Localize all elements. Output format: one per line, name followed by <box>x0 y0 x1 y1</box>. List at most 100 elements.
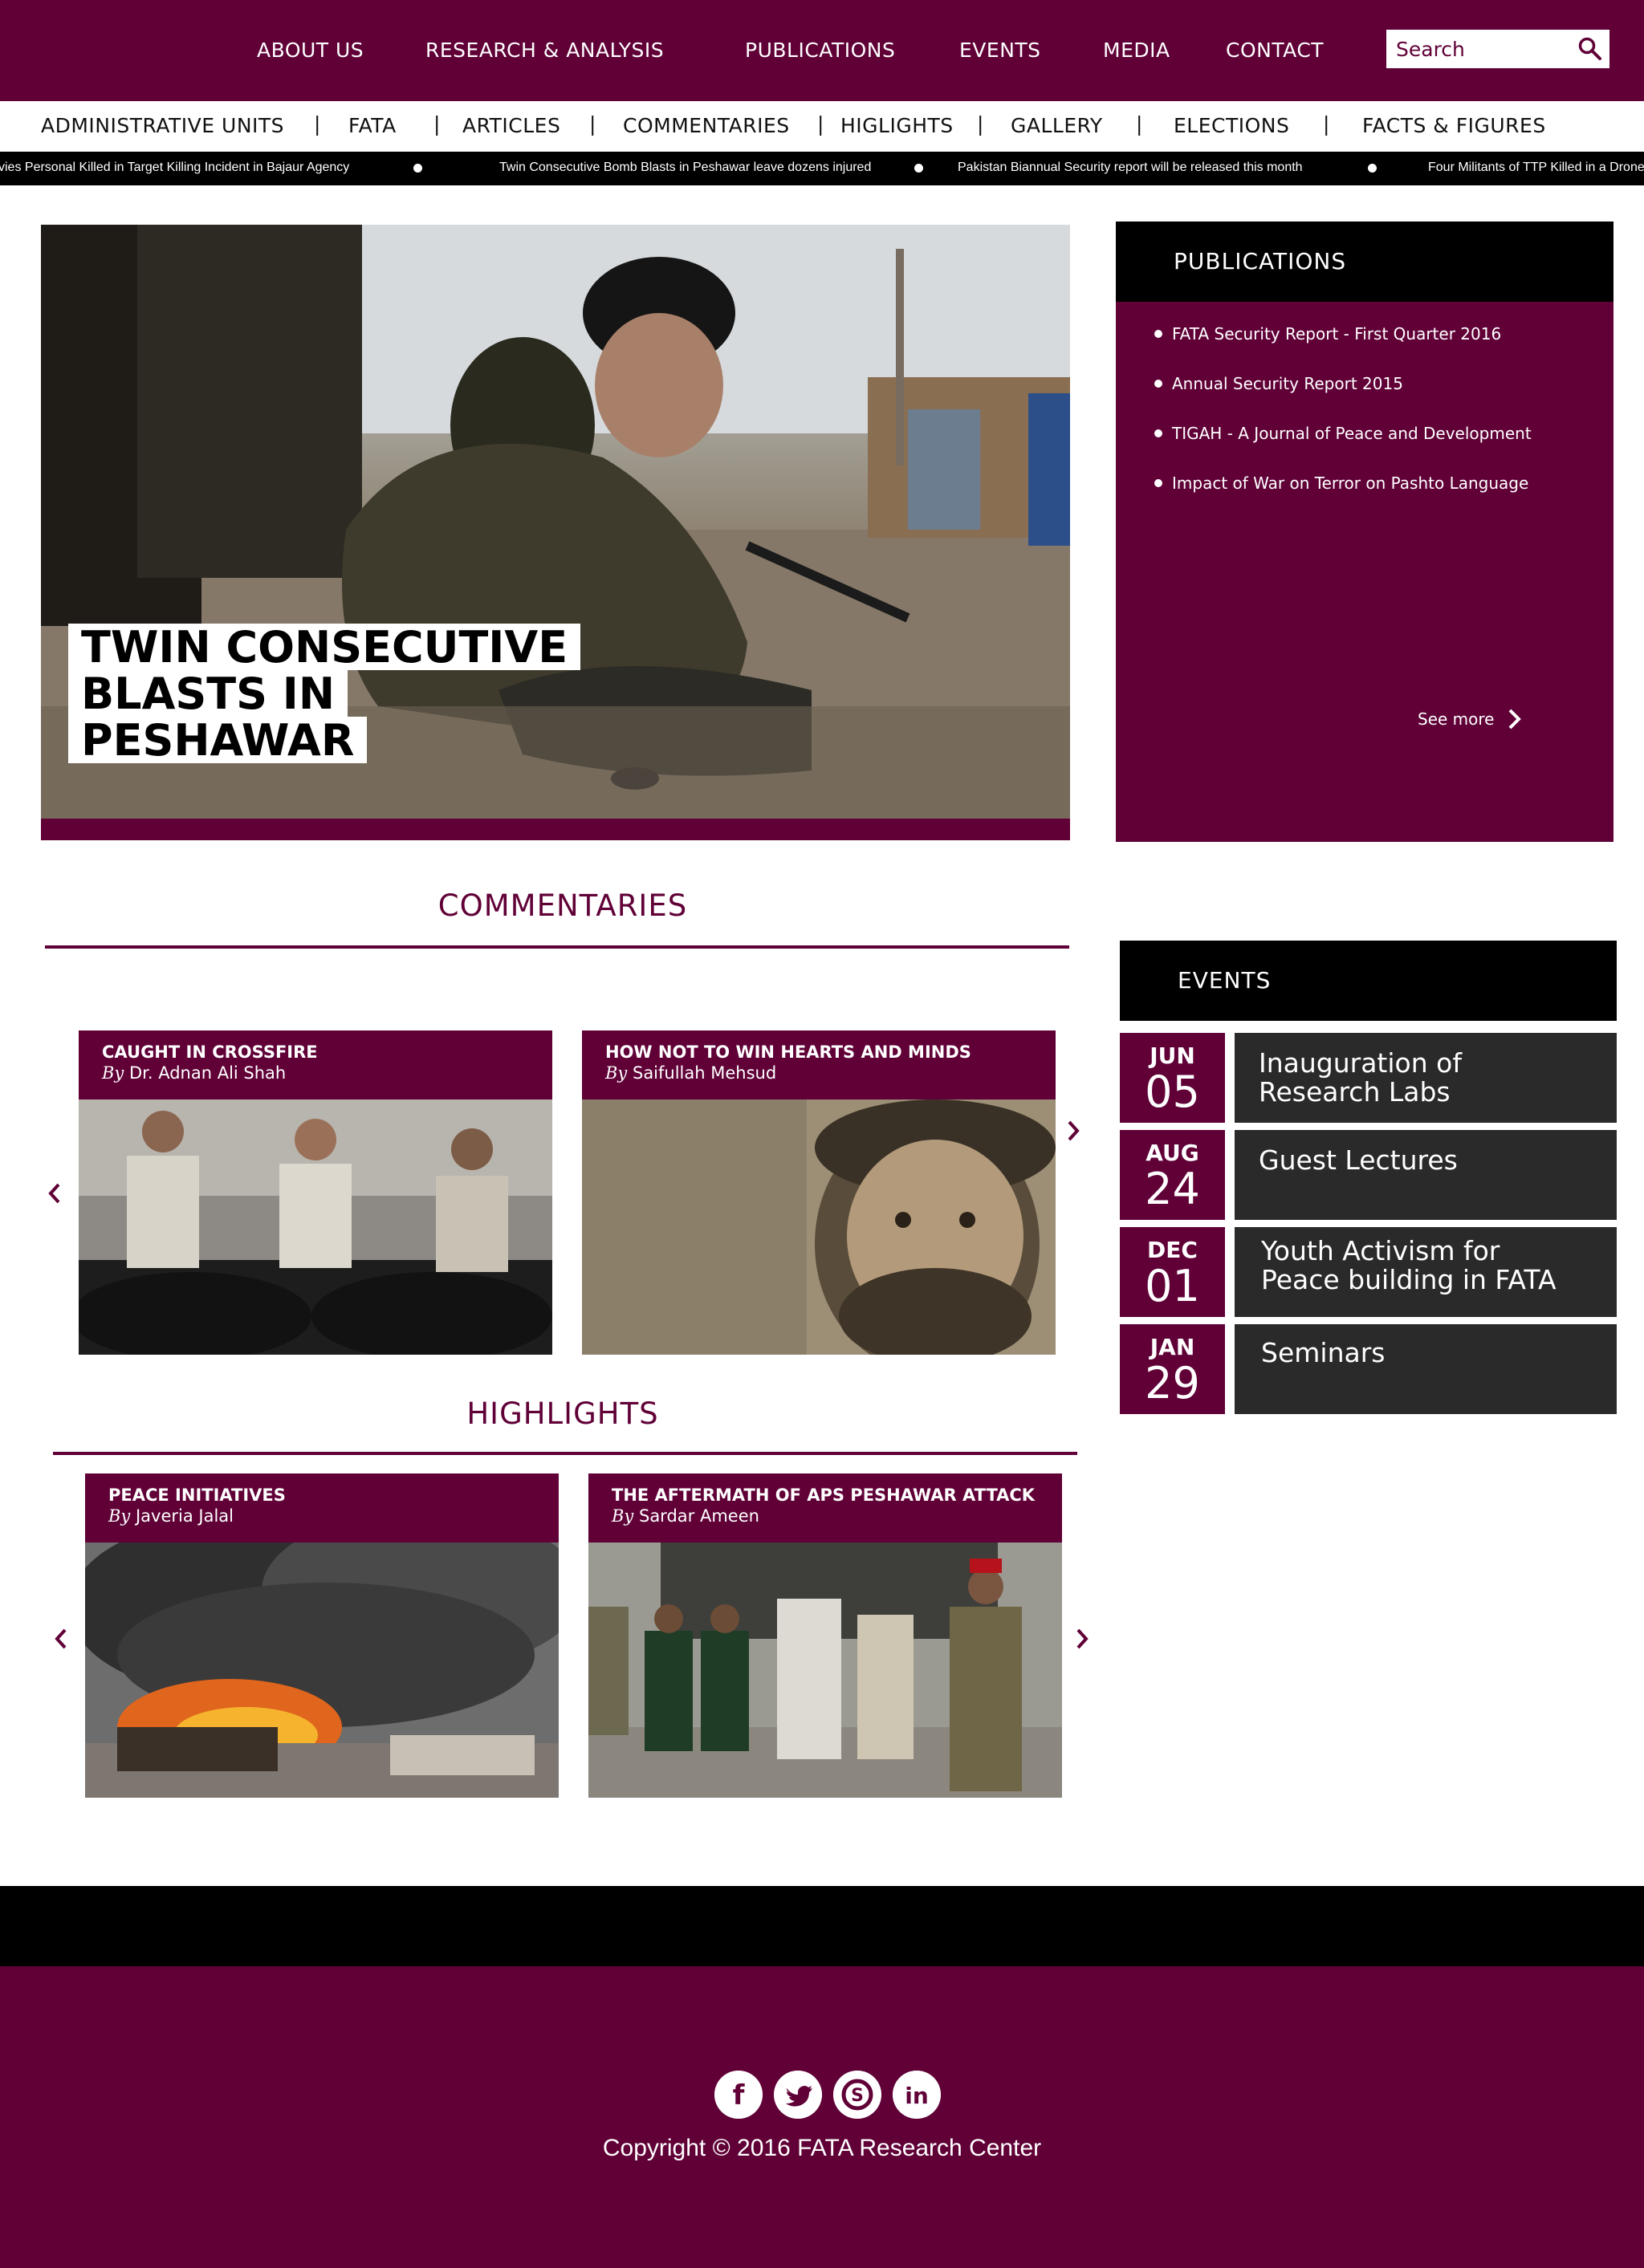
copyright-text: Copyright © 2016 FATA Research Center <box>602 2135 1042 2161</box>
subnav-fata[interactable]: FATA <box>348 114 397 137</box>
card-photo <box>79 1099 552 1355</box>
publication-link[interactable]: FATA Security Report - First Quarter 201… <box>1154 324 1501 343</box>
by-label: By <box>102 1063 124 1083</box>
card-header: THE AFTERMATH OF APS PESHAWAR ATTACK By … <box>588 1473 1062 1542</box>
card-author: By Saifullah Mehsud <box>605 1063 776 1083</box>
author-name: Sardar Ameen <box>638 1506 759 1526</box>
twitter-icon[interactable] <box>774 2071 822 2119</box>
event-item[interactable]: Inauguration of Research Labs <box>1235 1033 1617 1123</box>
svg-text:f: f <box>733 2079 746 2112</box>
ticker-item[interactable]: vies Personal Killed in Target Killing I… <box>0 161 349 175</box>
event-title: Inauguration of Research Labs <box>1259 1049 1612 1107</box>
event-month: AUG <box>1146 1140 1199 1166</box>
ticker-separator-dot <box>413 164 422 173</box>
event-item[interactable]: Seminars <box>1235 1324 1617 1414</box>
see-more-link[interactable]: See more <box>1418 709 1494 729</box>
search-icon[interactable] <box>1577 36 1603 62</box>
event-title-line: Youth Activism for <box>1261 1235 1500 1266</box>
card-header: HOW NOT TO WIN HEARTS AND MINDS By Saifu… <box>582 1030 1056 1099</box>
chevron-right-icon[interactable] <box>1506 707 1524 731</box>
nav-events[interactable]: EVENTS <box>959 39 1041 62</box>
ticker-item[interactable]: Four Militants of TTP Killed in a Drone <box>1428 161 1644 175</box>
card-title: PEACE INITIATIVES <box>108 1486 286 1505</box>
event-month: JAN <box>1150 1334 1195 1360</box>
publication-link[interactable]: Impact of War on Terror on Pashto Langua… <box>1154 474 1528 493</box>
event-day: 24 <box>1145 1164 1200 1214</box>
author-name: Javeria Jalal <box>135 1506 234 1526</box>
subnav-separator: | <box>977 112 984 136</box>
hero-headline-line: TWIN CONSECUTIVE <box>68 624 581 670</box>
hero-headline-line: PESHAWAR <box>68 717 368 763</box>
subnav-higlights[interactable]: HIGLIGHTS <box>840 114 954 137</box>
card-photo-illustration <box>588 1542 1062 1798</box>
ticker-item[interactable]: Twin Consecutive Bomb Blasts in Peshawar… <box>499 161 871 175</box>
subnav-separator: | <box>433 112 441 136</box>
ticker-separator-dot <box>914 164 923 173</box>
top-navigation-bar: ABOUT US RESEARCH & ANALYSIS PUBLICATION… <box>0 0 1644 101</box>
event-title-line: Inauguration of <box>1259 1047 1462 1079</box>
nav-contact[interactable]: CONTACT <box>1226 39 1324 62</box>
highlight-card[interactable]: THE AFTERMATH OF APS PESHAWAR ATTACK By … <box>588 1473 1062 1798</box>
news-ticker: vies Personal Killed in Target Killing I… <box>0 152 1644 185</box>
nav-about-us[interactable]: ABOUT US <box>257 39 364 62</box>
commentary-card[interactable]: HOW NOT TO WIN HEARTS AND MINDS By Saifu… <box>582 1030 1056 1355</box>
commentary-card[interactable]: CAUGHT IN CROSSFIRE By Dr. Adnan Ali Sha… <box>79 1030 552 1355</box>
secondary-navigation: ADMINISTRATIVE UNITS | FATA | ARTICLES |… <box>0 101 1644 152</box>
subnav-separator: | <box>314 112 321 136</box>
linkedin-icon[interactable]: in <box>893 2071 941 2119</box>
search-box <box>1386 30 1609 68</box>
author-name: Dr. Adnan Ali Shah <box>128 1063 287 1083</box>
hero-headline[interactable]: TWIN CONSECUTIVE BLASTS IN PESHAWAR <box>68 624 581 763</box>
event-title: Guest Lectures <box>1259 1146 1612 1175</box>
highlight-card[interactable]: PEACE INITIATIVES By Javeria Jalal <box>85 1473 559 1798</box>
nav-media[interactable]: MEDIA <box>1103 39 1170 62</box>
hero-feature[interactable]: TWIN CONSECUTIVE BLASTS IN PESHAWAR <box>41 225 1070 840</box>
event-date: DEC 01 <box>1120 1227 1225 1317</box>
subnav-separator: | <box>1323 112 1330 136</box>
card-photo <box>588 1542 1062 1798</box>
event-month: JUN <box>1150 1043 1195 1069</box>
events-title: EVENTS <box>1178 967 1272 994</box>
by-label: By <box>605 1063 628 1083</box>
event-day: 29 <box>1145 1358 1200 1408</box>
subnav-commentaries[interactable]: COMMENTARIES <box>623 114 790 137</box>
by-label: By <box>612 1506 634 1526</box>
svg-text:S: S <box>851 2086 864 2106</box>
events-header: EVENTS <box>1120 941 1617 1021</box>
card-title: THE AFTERMATH OF APS PESHAWAR ATTACK <box>612 1486 1036 1505</box>
publication-link[interactable]: Annual Security Report 2015 <box>1154 374 1403 393</box>
hero-headline-line: BLASTS IN <box>68 670 348 717</box>
event-day: 01 <box>1145 1261 1200 1311</box>
event-item[interactable]: Guest Lectures <box>1235 1130 1617 1220</box>
highlights-divider <box>53 1452 1077 1455</box>
subnav-articles[interactable]: ARTICLES <box>462 114 560 137</box>
facebook-icon[interactable]: f <box>714 2071 763 2119</box>
skype-icon[interactable]: S <box>833 2071 881 2119</box>
subnav-gallery[interactable]: GALLERY <box>1011 114 1103 137</box>
subnav-separator: | <box>1136 112 1143 136</box>
search-input[interactable] <box>1386 30 1571 68</box>
by-label: By <box>108 1506 131 1526</box>
publications-header: PUBLICATIONS <box>1116 222 1613 302</box>
ticker-item[interactable]: Pakistan Biannual Security report will b… <box>958 161 1303 175</box>
chevron-right-icon[interactable] <box>1072 1625 1092 1652</box>
event-title-line: Research Labs <box>1259 1076 1451 1108</box>
event-date: AUG 24 <box>1120 1130 1225 1220</box>
subnav-facts-figures[interactable]: FACTS & FIGURES <box>1362 114 1546 137</box>
card-author: By Javeria Jalal <box>108 1506 234 1526</box>
card-title: CAUGHT IN CROSSFIRE <box>102 1043 318 1062</box>
chevron-left-icon[interactable] <box>45 1180 64 1207</box>
event-title-line: Peace building in FATA <box>1261 1264 1557 1295</box>
publication-link[interactable]: TIGAH - A Journal of Peace and Developme… <box>1154 424 1532 443</box>
card-title: HOW NOT TO WIN HEARTS AND MINDS <box>605 1043 971 1062</box>
chevron-left-icon[interactable] <box>51 1625 71 1652</box>
nav-research-analysis[interactable]: RESEARCH & ANALYSIS <box>425 39 664 62</box>
page: ABOUT US RESEARCH & ANALYSIS PUBLICATION… <box>0 0 1644 2268</box>
card-author: By Sardar Ameen <box>612 1506 759 1526</box>
card-photo <box>582 1099 1056 1355</box>
nav-publications[interactable]: PUBLICATIONS <box>745 39 895 62</box>
subnav-elections[interactable]: ELECTIONS <box>1174 114 1289 137</box>
chevron-right-icon[interactable] <box>1064 1117 1083 1144</box>
event-item[interactable]: Youth Activism for Peace building in FAT… <box>1235 1227 1617 1317</box>
subnav-administrative-units[interactable]: ADMINISTRATIVE UNITS <box>41 114 284 137</box>
